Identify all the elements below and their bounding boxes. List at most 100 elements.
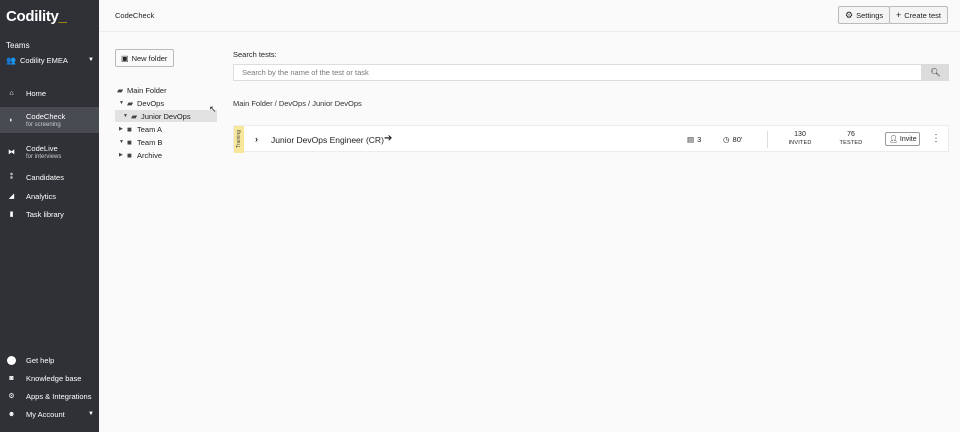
test-task-count: ▤ 3 — [687, 135, 701, 144]
folder-plus-icon: ▣ — [121, 53, 129, 63]
logo-text: Codility — [6, 8, 59, 25]
test-duration: ◷ 80' — [723, 135, 742, 144]
task-list-icon: ▤ — [687, 135, 695, 144]
plus-icon: + — [896, 10, 902, 20]
integrations-icon: ⚙ — [8, 393, 15, 400]
sidebar: Codility_ Teams 👥 Codility EMEA ▼ ⌂ Home… — [0, 0, 99, 432]
invited-count: 130 — [794, 131, 806, 138]
tested-label: TESTED — [839, 140, 863, 146]
book-icon: ▮ — [9, 211, 14, 218]
chevron-right-icon[interactable]: › — [255, 134, 258, 144]
folder-label: Archive — [137, 150, 163, 160]
nav-item-label: Knowledge base — [26, 373, 82, 383]
settings-label: Settings — [856, 10, 884, 20]
divider — [767, 131, 768, 148]
folder-open-icon: ▰ — [127, 98, 134, 108]
folder-icon: ■ — [127, 124, 132, 134]
nav-item-sublabel: for interviews — [26, 154, 62, 160]
caret-down-icon[interactable]: ▼ — [123, 113, 131, 119]
task-count-value: 3 — [697, 135, 702, 144]
caret-right-icon[interactable]: ▶ — [119, 152, 127, 158]
teams-label: Teams — [6, 41, 30, 50]
search-input[interactable] — [233, 64, 922, 81]
folder-main[interactable]: ▰ Main Folder — [117, 84, 217, 96]
candidates-icon: ⁑ — [9, 174, 14, 181]
test-title[interactable]: Junior DevOps Engineer (CR) — [271, 135, 384, 145]
folder-label: Team A — [137, 124, 163, 134]
mouse-cursor-icon: ↖ — [209, 104, 217, 114]
page-title: CodeCheck — [115, 11, 155, 20]
breadcrumb: Main Folder / DevOps / Junior DevOps — [233, 99, 362, 108]
invited-label: INVITED — [788, 140, 812, 146]
tested-count: 76 — [847, 131, 855, 138]
nav-item-label: CodeLive — [26, 144, 58, 153]
folder-devops[interactable]: ▼ ▰ DevOps — [119, 97, 217, 109]
nav-item-knowledge-base[interactable]: ◙ Knowledge base — [0, 371, 99, 385]
caret-right-icon[interactable]: ▶ — [119, 126, 127, 132]
folder-team-a[interactable]: ▶ ■ Team A — [119, 123, 217, 135]
nav-item-apps-integrations[interactable]: ⚙ Apps & Integrations — [0, 389, 99, 403]
nav-item-candidates[interactable]: ⁑ Candidates — [0, 170, 99, 184]
nav-item-codelive[interactable]: ⧓ CodeLive for interviews — [0, 140, 99, 164]
nav-item-label: Analytics — [26, 191, 57, 201]
nav-item-label: Task library — [26, 209, 64, 219]
search-label: Search tests: — [233, 50, 277, 59]
chevron-down-icon: ▼ — [88, 411, 94, 417]
invited-stat: 130 INVITED — [785, 131, 815, 146]
team-name: Codility EMEA — [20, 55, 68, 65]
nav-item-sublabel: for screening — [26, 122, 61, 128]
team-icon: 👥 — [6, 55, 16, 65]
search-button[interactable]: 🔍︎ — [922, 64, 949, 81]
team-selector[interactable]: 👥 Codility EMEA ▼ — [6, 54, 94, 66]
knowledge-base-icon: ◙ — [9, 374, 14, 382]
folder-icon: ■ — [127, 150, 132, 160]
folder-open-icon: ▰ — [117, 85, 124, 95]
nav-item-label: Candidates — [26, 172, 64, 182]
test-row[interactable]: Training › Junior DevOps Engineer (CR) ➔… — [233, 125, 949, 153]
arrow-right-icon[interactable]: ➔ — [384, 133, 392, 144]
nav-item-label: Apps & Integrations — [26, 391, 92, 401]
clock-icon: ◷ — [723, 135, 730, 144]
search-icon: 🔍︎ — [930, 68, 941, 77]
nav-item-label: My Account — [26, 409, 65, 419]
folder-open-icon: ▰ — [131, 111, 138, 121]
nav-item-label: Home — [26, 89, 47, 98]
nav-item-get-help[interactable]: Get help — [0, 353, 99, 367]
folder-label: Team B — [137, 137, 163, 147]
folder-team-b[interactable]: ▼ ■ Team B — [119, 136, 217, 148]
nav-item-label: Get help — [26, 355, 55, 365]
create-test-button[interactable]: + Create test — [889, 6, 948, 24]
create-test-label: Create test — [904, 10, 941, 20]
new-folder-label: New folder — [131, 53, 168, 63]
nav-item-analytics[interactable]: ◢ Analytics — [0, 189, 99, 203]
caret-down-icon[interactable]: ▼ — [119, 139, 127, 145]
codility-logo[interactable]: Codility_ — [6, 8, 67, 25]
nav-item-home[interactable]: ⌂ Home — [0, 86, 99, 101]
invite-label: Invite — [899, 135, 917, 143]
gear-icon: ⚙ — [845, 9, 854, 20]
test-tag-label: Training — [236, 130, 242, 148]
folder-label: Main Folder — [127, 85, 167, 95]
add-user-icon: 👤︎ — [889, 136, 898, 143]
more-options-icon[interactable]: ⋮ — [931, 133, 941, 144]
nav-item-label: CodeCheck — [26, 112, 66, 121]
nav-item-codecheck[interactable]: ◐ CodeCheck for screening — [0, 107, 99, 133]
nav-item-my-account[interactable]: ☻ My Account ▼ — [0, 407, 94, 421]
nav-item-task-library[interactable]: ▮ Task library — [0, 207, 99, 221]
chevron-down-icon: ▼ — [88, 57, 94, 63]
invite-button[interactable]: 👤︎ Invite — [885, 132, 920, 146]
new-folder-button[interactable]: ▣ New folder — [115, 49, 174, 67]
caret-down-icon[interactable]: ▼ — [119, 100, 127, 106]
duration-value: 80' — [732, 135, 743, 144]
codecheck-icon: ◐ — [9, 116, 14, 124]
folder-junior-devops[interactable]: ▼ ▰ Junior DevOps — [115, 110, 217, 122]
folder-label: Junior DevOps — [141, 111, 191, 121]
account-icon: ☻ — [7, 410, 16, 418]
tested-stat: 76 TESTED — [836, 131, 866, 146]
settings-button[interactable]: ⚙ Settings — [838, 6, 891, 24]
folder-archive[interactable]: ▶ ■ Archive — [119, 149, 217, 161]
analytics-icon: ◢ — [8, 193, 15, 200]
help-icon — [7, 355, 16, 365]
codelive-icon: ⧓ — [8, 149, 15, 156]
top-header: CodeCheck ⚙ Settings + Create test — [99, 0, 960, 32]
